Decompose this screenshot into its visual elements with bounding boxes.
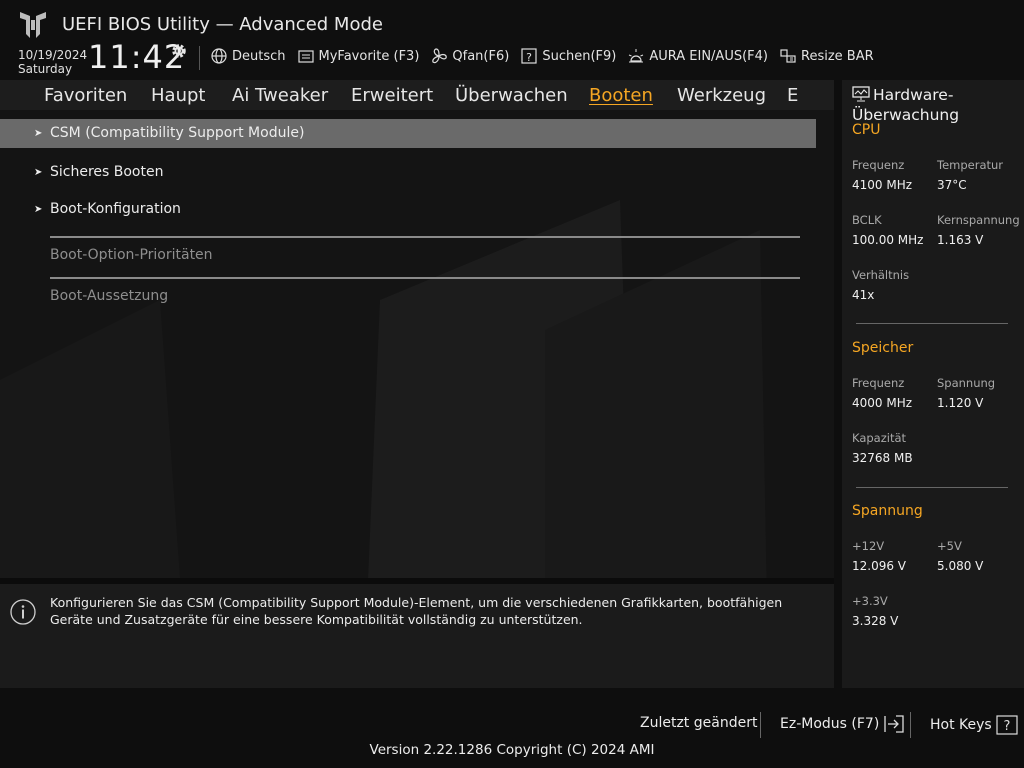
mem-freq-value: 4000 MHz bbox=[852, 396, 913, 410]
aura-label: AURA EIN/AUS(F4) bbox=[649, 48, 768, 64]
language-label: Deutsch bbox=[232, 48, 286, 64]
weekday-text: Saturday bbox=[18, 62, 73, 76]
cpu-bclk-label: BCLK bbox=[852, 213, 882, 227]
cpu-heading: CPU bbox=[852, 122, 881, 138]
section-divider bbox=[50, 277, 800, 279]
qfan-button[interactable]: Qfan(F6) bbox=[430, 47, 509, 65]
exit-arrow-icon bbox=[884, 715, 904, 733]
section-boot-override: Boot-Aussetzung bbox=[50, 288, 169, 304]
cpu-vcore-value: 1.163 V bbox=[937, 233, 984, 247]
menu-item-boot-config[interactable]: ➤ Boot-Konfiguration bbox=[0, 197, 816, 223]
panel-title: Hardware-Überwachung bbox=[852, 85, 1022, 125]
submenu-arrow-icon: ➤ bbox=[34, 128, 43, 139]
v33-value: 3.328 V bbox=[852, 614, 899, 628]
v12-value: 12.096 V bbox=[852, 559, 907, 573]
hardware-monitor-panel: Hardware-Überwachung CPU Frequenz 4100 M… bbox=[842, 80, 1024, 688]
tab-favoriten[interactable]: Favoriten bbox=[44, 85, 127, 106]
help-text: Konfigurieren Sie das CSM (Compatibility… bbox=[50, 595, 783, 627]
header: UEFI BIOS Utility — Advanced Mode 10/19/… bbox=[0, 0, 1024, 80]
search-help-icon: ? bbox=[521, 48, 537, 64]
cpu-freq-value: 4100 MHz bbox=[852, 178, 913, 192]
cpu-vcore-label: Kernspannung bbox=[937, 213, 1020, 227]
v33-label: +3.3V bbox=[852, 594, 888, 608]
tab-haupt[interactable]: Haupt bbox=[151, 85, 205, 106]
resize-bar-icon bbox=[780, 49, 796, 63]
svg-text:?: ? bbox=[526, 51, 532, 64]
v5-label: +5V bbox=[937, 539, 962, 553]
cpu-temp-value: 37°C bbox=[937, 178, 967, 192]
mem-volt-label: Spannung bbox=[937, 376, 996, 390]
svg-text:?: ? bbox=[1003, 719, 1010, 734]
cpu-temp-label: Temperatur bbox=[937, 158, 1004, 172]
tab-werkzeug[interactable]: Werkzeug bbox=[677, 85, 766, 106]
gear-icon[interactable] bbox=[170, 42, 188, 60]
monitor-icon bbox=[852, 86, 870, 102]
mem-volt-value: 1.120 V bbox=[937, 396, 984, 410]
tab-bar: Favoriten Haupt Ai Tweaker Erweitert Übe… bbox=[0, 80, 834, 110]
menu-item-label: Boot-Konfiguration bbox=[50, 201, 181, 217]
tab-exit-partial[interactable]: E bbox=[787, 85, 798, 106]
language-button[interactable]: Deutsch bbox=[210, 47, 286, 65]
menu-item-label: Sicheres Booten bbox=[50, 164, 164, 180]
menu-item-secure-boot[interactable]: ➤ Sicheres Booten bbox=[0, 160, 816, 186]
date-display: 10/19/2024 Saturday bbox=[18, 48, 87, 76]
menu-item-csm[interactable]: ➤ CSM (Compatibility Support Module) bbox=[0, 119, 816, 148]
last-changed-label: Zuletzt geändert bbox=[640, 715, 758, 731]
hot-keys-button[interactable]: Hot Keys ? bbox=[930, 715, 1018, 735]
resizebar-label: Resize BAR bbox=[801, 48, 874, 64]
qfan-label: Qfan(F6) bbox=[452, 48, 510, 64]
footer-divider bbox=[910, 712, 911, 738]
tuf-logo-icon bbox=[20, 12, 46, 38]
cpu-ratio-value: 41x bbox=[852, 288, 875, 302]
toolbar: Deutsch MyFavorite (F3) Qfan(F6) ? Suche… bbox=[210, 46, 874, 66]
v12-label: +12V bbox=[852, 539, 885, 553]
footer: Zuletzt geändert Ez-Modus (F7) Hot Keys … bbox=[0, 688, 1024, 768]
help-key-icon: ? bbox=[996, 715, 1018, 735]
myfavorite-button[interactable]: MyFavorite (F3) bbox=[297, 47, 420, 65]
panel-divider bbox=[856, 487, 1008, 488]
date-text: 10/19/2024 bbox=[18, 48, 88, 62]
ez-mode-button[interactable]: Ez-Modus (F7) bbox=[780, 715, 905, 733]
favorite-list-icon bbox=[297, 50, 314, 63]
aura-button[interactable]: AURA EIN/AUS(F4) bbox=[627, 47, 768, 65]
panel-gap bbox=[834, 80, 842, 688]
section-divider bbox=[50, 236, 800, 238]
ez-mode-label: Ez-Modus (F7) bbox=[780, 716, 880, 732]
submenu-arrow-icon: ➤ bbox=[34, 204, 43, 215]
globe-icon bbox=[211, 48, 227, 64]
v5-value: 5.080 V bbox=[937, 559, 984, 573]
hot-keys-label: Hot Keys bbox=[930, 717, 992, 733]
tab-booten[interactable]: Booten bbox=[589, 85, 653, 106]
tab-ai-tweaker[interactable]: Ai Tweaker bbox=[232, 85, 328, 106]
myfavorite-label: MyFavorite (F3) bbox=[318, 48, 420, 64]
help-panel: Konfigurieren Sie das CSM (Compatibility… bbox=[0, 584, 834, 688]
section-boot-priorities: Boot-Option-Prioritäten bbox=[50, 247, 213, 263]
search-button[interactable]: ? Suchen(F9) bbox=[520, 47, 616, 65]
submenu-arrow-icon: ➤ bbox=[34, 167, 43, 178]
fan-icon bbox=[432, 48, 448, 64]
boot-menu: ➤ CSM (Compatibility Support Module) ➤ S… bbox=[0, 110, 834, 578]
tab-ueberwachen[interactable]: Überwachen bbox=[455, 85, 568, 106]
cpu-ratio-label: Verhältnis bbox=[852, 268, 910, 282]
memory-heading: Speicher bbox=[852, 340, 914, 356]
cpu-bclk-value: 100.00 MHz bbox=[852, 233, 924, 247]
voltage-heading: Spannung bbox=[852, 503, 923, 519]
last-changed-button[interactable]: Zuletzt geändert bbox=[640, 715, 757, 731]
mem-freq-label: Frequenz bbox=[852, 376, 905, 390]
app-title: UEFI BIOS Utility — Advanced Mode bbox=[62, 14, 383, 35]
menu-item-label: CSM (Compatibility Support Module) bbox=[50, 125, 305, 141]
cpu-freq-label: Frequenz bbox=[852, 158, 905, 172]
mem-cap-label: Kapazität bbox=[852, 431, 907, 445]
footer-divider bbox=[760, 712, 761, 738]
aura-light-icon bbox=[629, 49, 644, 63]
search-label: Suchen(F9) bbox=[542, 48, 617, 64]
header-divider bbox=[199, 46, 200, 70]
resizebar-button[interactable]: Resize BAR bbox=[779, 47, 874, 65]
tab-erweitert[interactable]: Erweitert bbox=[351, 85, 433, 106]
info-icon bbox=[10, 599, 36, 625]
mem-cap-value: 32768 MB bbox=[852, 451, 913, 465]
version-text: Version 2.22.1286 Copyright (C) 2024 AMI bbox=[369, 742, 655, 758]
panel-divider bbox=[856, 323, 1008, 324]
